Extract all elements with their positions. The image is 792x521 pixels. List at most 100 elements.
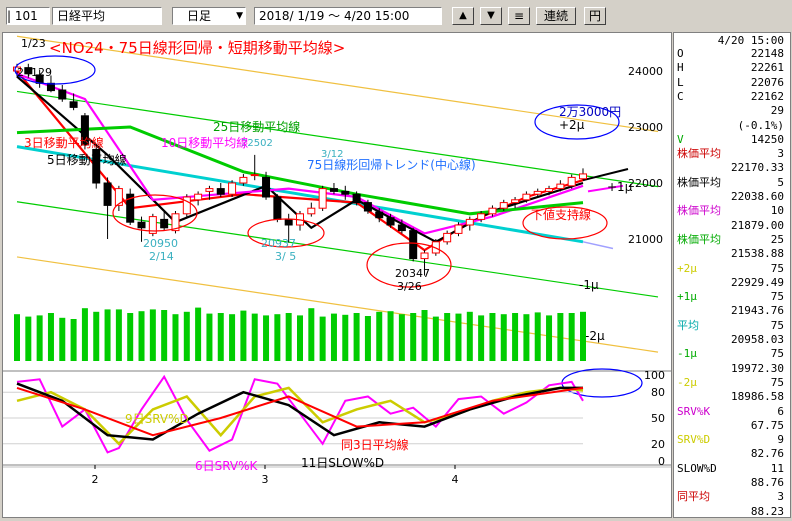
candle-body: [205, 188, 214, 192]
candle-body: [579, 173, 587, 180]
volume-bar: [500, 314, 507, 361]
osc-axis-tick: 0: [658, 455, 665, 468]
side-label: SRV%D: [677, 433, 711, 447]
side-value: 3: [777, 147, 784, 161]
side-value: 75: [770, 290, 784, 304]
highlight-ellipse: [561, 368, 643, 398]
date-tilde: ～: [328, 9, 341, 23]
candle-body: [545, 188, 554, 192]
side-value: 75: [770, 347, 784, 361]
volume-bar: [104, 309, 111, 361]
volume-bar: [444, 313, 451, 361]
chart-area[interactable]: 24000 23000 22000 21000 1/23 <NO24・75日線形回帰・短期…: [2, 32, 672, 518]
code-value: 101: [14, 9, 38, 23]
volume-bar: [161, 310, 168, 361]
chart-annotation: 2万3000円: [559, 105, 621, 119]
side-label: SRV%K: [677, 404, 711, 418]
volume-bar: [183, 311, 190, 361]
volume-bar: [172, 314, 179, 361]
volume-bar: [421, 310, 428, 361]
side-value: 10: [770, 204, 784, 218]
volume-bar: [580, 311, 586, 361]
volume-bar: [47, 313, 54, 361]
period-select[interactable]: 日足 ▼: [172, 7, 246, 25]
x-axis-label: 3: [262, 473, 269, 486]
osc-axis-tick: 80: [651, 386, 665, 399]
volume-bar: [195, 307, 202, 361]
candle-body: [216, 188, 225, 195]
candle-body: [307, 207, 316, 215]
menu-button[interactable]: ≡: [508, 7, 530, 25]
candle-body: [375, 211, 384, 219]
name-field[interactable]: 日経平均: [52, 7, 162, 25]
candle-body: [386, 217, 395, 226]
date-label: 1/23: [21, 37, 46, 50]
side-value: 88.23: [750, 504, 784, 518]
volume-bar: [489, 313, 496, 361]
side-value: 5: [777, 175, 784, 189]
chart-annotation: 3/ 5: [275, 250, 296, 263]
continuous-label: 連続: [543, 9, 568, 23]
volume-bar: [263, 315, 270, 361]
side-value: 18986.58: [731, 390, 784, 404]
menu-icon: ≡: [513, 9, 525, 23]
volume-bar: [36, 315, 43, 361]
side-value: 21538.88: [731, 247, 784, 261]
candle-body: [160, 218, 169, 229]
candle-body: [228, 182, 237, 195]
side-label: 株価平均: [677, 175, 721, 189]
candle-body: [477, 213, 486, 220]
volume-bar: [251, 313, 258, 361]
candle-body: [556, 183, 565, 190]
candle-body: [194, 193, 203, 201]
volume-bar: [342, 314, 349, 361]
volume-bar: [376, 311, 383, 361]
yen-button[interactable]: 円: [584, 7, 606, 25]
side-value: 29: [770, 104, 784, 118]
chart-annotation: 5日移動平均線: [47, 152, 127, 167]
chevron-down-icon: ▼: [236, 11, 243, 21]
code-field[interactable]: | 101: [6, 7, 50, 25]
candle-body: [352, 193, 361, 204]
candle-body: [239, 176, 248, 184]
candle-body: [363, 202, 372, 212]
side-value: 22148: [750, 47, 784, 60]
side-label: C: [677, 89, 684, 103]
chart-annotation: 10日移動平均線: [161, 135, 248, 150]
volume-bar: [455, 313, 462, 361]
price-axis-tick: 24000: [628, 65, 663, 78]
candle-body: [103, 182, 112, 206]
candle-body: [499, 202, 508, 209]
osc-axis-tick: 50: [651, 412, 665, 425]
volume-bar: [432, 316, 439, 361]
candle-body: [522, 193, 531, 201]
side-label: O: [677, 47, 684, 60]
side-value: 82.76: [750, 447, 784, 461]
volume-bar: [25, 316, 32, 361]
side-label: 平均: [677, 318, 699, 332]
volume-bar: [14, 314, 20, 361]
volume-bar: [466, 311, 473, 361]
side-value: 75: [770, 375, 784, 389]
osc-axis-tick: 20: [651, 438, 665, 451]
volume-bar: [285, 313, 292, 361]
side-label: -1μ: [677, 347, 697, 361]
volume-bar: [127, 313, 134, 361]
side-label: 株価平均: [677, 232, 721, 246]
date-range-field[interactable]: 2018/ 1/19 ～ 4/20 15:00: [254, 7, 442, 25]
volume-bar: [557, 313, 564, 361]
volume-bar: [387, 311, 394, 361]
scroll-down-button[interactable]: ▼: [480, 7, 502, 25]
candle-body: [273, 196, 282, 220]
continuous-button[interactable]: 連続: [536, 7, 576, 25]
scroll-up-button[interactable]: ▲: [452, 7, 474, 25]
side-label: -2μ: [677, 375, 697, 389]
side-value: 22076: [750, 75, 784, 89]
candle-body: [567, 176, 576, 187]
volume-bar: [523, 314, 530, 361]
period-value: 日足: [187, 9, 212, 23]
candle-body: [318, 188, 327, 209]
volume-bar: [115, 309, 122, 361]
side-value: 22170.33: [731, 161, 784, 175]
chart-annotation: 25日移動平均線: [213, 119, 300, 134]
